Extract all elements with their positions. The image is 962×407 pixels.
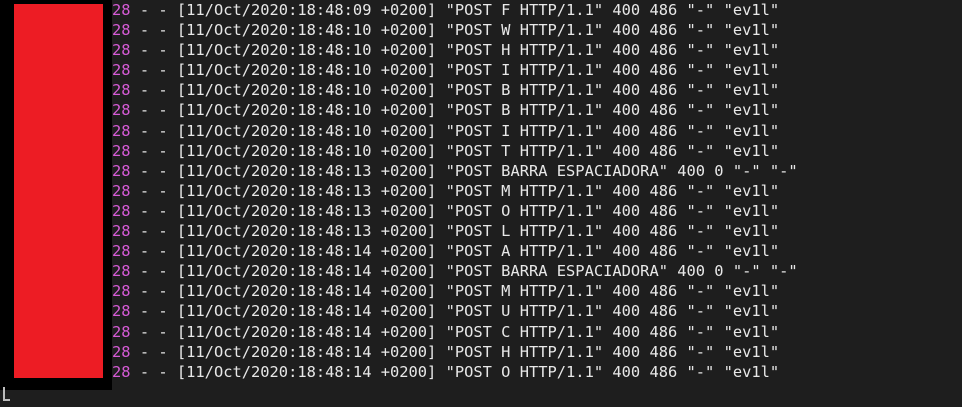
ip-suffix: 28: [112, 41, 131, 60]
log-entry-text: - - [11/Oct/2020:18:48:14 +0200] "POST H…: [130, 342, 780, 361]
ip-suffix: 28: [112, 302, 131, 321]
log-line: 28 - - [11/Oct/2020:18:48:13 +0200] "POS…: [112, 181, 798, 201]
ip-suffix: 28: [112, 121, 131, 140]
ip-suffix: 28: [112, 322, 131, 341]
log-line: 28 - - [11/Oct/2020:18:48:14 +0200] "POS…: [112, 342, 798, 362]
ip-suffix: 28: [112, 362, 131, 381]
log-entry-text: - - [11/Oct/2020:18:48:13 +0200] "POST L…: [130, 222, 780, 241]
log-entry-text: - - [11/Oct/2020:18:48:14 +0200] "POST B…: [130, 262, 798, 281]
terminal-window[interactable]: 28 - - [11/Oct/2020:18:48:09 +0200] "POS…: [0, 0, 962, 407]
log-line: 28 - - [11/Oct/2020:18:48:10 +0200] "POS…: [112, 60, 798, 80]
log-line: 28 - - [11/Oct/2020:18:48:13 +0200] "POS…: [112, 161, 798, 181]
log-entry-text: - - [11/Oct/2020:18:48:09 +0200] "POST F…: [130, 1, 780, 19]
log-line: 28 - - [11/Oct/2020:18:48:14 +0200] "POS…: [112, 301, 798, 321]
log-entry-text: - - [11/Oct/2020:18:48:10 +0200] "POST I…: [130, 121, 780, 140]
log-entry-text: - - [11/Oct/2020:18:48:10 +0200] "POST T…: [130, 141, 780, 160]
ip-suffix: 28: [112, 21, 131, 40]
ip-suffix: 28: [112, 101, 131, 120]
terminal-cursor: [3, 387, 10, 401]
ip-suffix: 28: [112, 161, 131, 180]
log-entry-text: - - [11/Oct/2020:18:48:13 +0200] "POST O…: [130, 201, 780, 220]
ip-suffix: 28: [112, 242, 131, 261]
log-entry-text: - - [11/Oct/2020:18:48:10 +0200] "POST W…: [130, 21, 780, 40]
log-line: 28 - - [11/Oct/2020:18:48:10 +0200] "POS…: [112, 80, 798, 100]
log-line: 28 - - [11/Oct/2020:18:48:10 +0200] "POS…: [112, 141, 798, 161]
log-entry-text: - - [11/Oct/2020:18:48:14 +0200] "POST C…: [130, 322, 780, 341]
log-entry-text: - - [11/Oct/2020:18:48:13 +0200] "POST M…: [130, 181, 780, 200]
log-line: 28 - - [11/Oct/2020:18:48:14 +0200] "POS…: [112, 322, 798, 342]
log-entry-text: - - [11/Oct/2020:18:48:13 +0200] "POST B…: [130, 161, 798, 180]
log-line: 28 - - [11/Oct/2020:18:48:13 +0200] "POS…: [112, 221, 798, 241]
log-entry-text: - - [11/Oct/2020:18:48:10 +0200] "POST B…: [130, 81, 780, 100]
redacted-ip-block: [14, 4, 103, 378]
access-log-output: 28 - - [11/Oct/2020:18:48:09 +0200] "POS…: [112, 0, 798, 382]
log-entry-text: - - [11/Oct/2020:18:48:14 +0200] "POST O…: [130, 362, 780, 381]
log-line: 28 - - [11/Oct/2020:18:48:14 +0200] "POS…: [112, 241, 798, 261]
ip-suffix: 28: [112, 262, 131, 281]
log-line: 28 - - [11/Oct/2020:18:48:10 +0200] "POS…: [112, 20, 798, 40]
log-line: 28 - - [11/Oct/2020:18:48:09 +0200] "POS…: [112, 0, 798, 20]
log-entry-text: - - [11/Oct/2020:18:48:14 +0200] "POST U…: [130, 302, 780, 321]
log-entry-text: - - [11/Oct/2020:18:48:10 +0200] "POST H…: [130, 41, 780, 60]
ip-suffix: 28: [112, 201, 131, 220]
ip-suffix: 28: [112, 222, 131, 241]
log-entry-text: - - [11/Oct/2020:18:48:10 +0200] "POST B…: [130, 101, 780, 120]
ip-suffix: 28: [112, 61, 131, 80]
ip-suffix: 28: [112, 181, 131, 200]
log-line: 28 - - [11/Oct/2020:18:48:14 +0200] "POS…: [112, 362, 798, 382]
log-line: 28 - - [11/Oct/2020:18:48:14 +0200] "POS…: [112, 261, 798, 281]
log-line: 28 - - [11/Oct/2020:18:48:14 +0200] "POS…: [112, 281, 798, 301]
log-line: 28 - - [11/Oct/2020:18:48:10 +0200] "POS…: [112, 40, 798, 60]
log-line: 28 - - [11/Oct/2020:18:48:10 +0200] "POS…: [112, 100, 798, 120]
ip-suffix: 28: [112, 1, 131, 19]
ip-suffix: 28: [112, 282, 131, 301]
ip-suffix: 28: [112, 342, 131, 361]
ip-suffix: 28: [112, 81, 131, 100]
log-line: 28 - - [11/Oct/2020:18:48:13 +0200] "POS…: [112, 201, 798, 221]
log-entry-text: - - [11/Oct/2020:18:48:14 +0200] "POST A…: [130, 242, 780, 261]
log-entry-text: - - [11/Oct/2020:18:48:10 +0200] "POST I…: [130, 61, 780, 80]
log-entry-text: - - [11/Oct/2020:18:48:14 +0200] "POST M…: [130, 282, 780, 301]
log-line: 28 - - [11/Oct/2020:18:48:10 +0200] "POS…: [112, 121, 798, 141]
ip-suffix: 28: [112, 141, 131, 160]
redaction-frame: [0, 0, 112, 390]
